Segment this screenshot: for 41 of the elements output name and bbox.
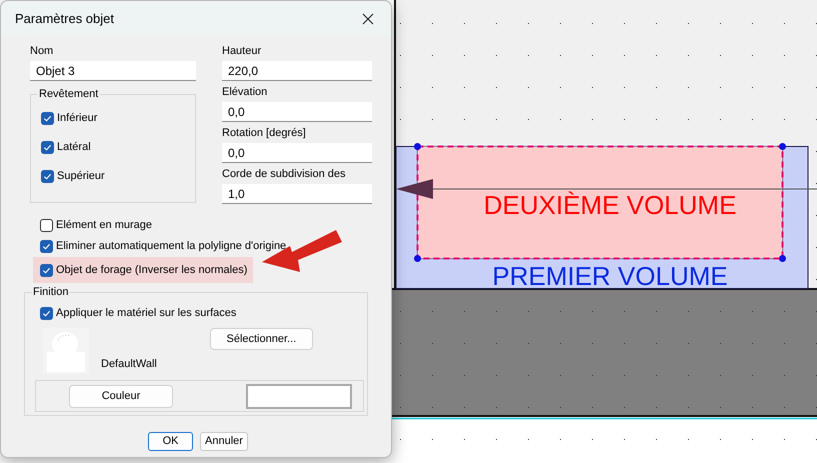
checkbox-label: Inférieur bbox=[57, 111, 98, 126]
checkbox[interactable] bbox=[41, 141, 54, 154]
text-field[interactable]: 220,0 bbox=[222, 61, 372, 81]
check-icon bbox=[42, 266, 51, 274]
checkbox-label: Eliminer automatiquement la polyligne d'origine bbox=[56, 239, 286, 254]
color-button[interactable]: Couleur bbox=[69, 384, 173, 408]
check-icon bbox=[42, 242, 51, 251]
check-icon bbox=[43, 143, 52, 152]
field-label: Corde de subdivision des bbox=[222, 167, 347, 182]
check-icon bbox=[43, 114, 52, 123]
checkbox-label: Latéral bbox=[57, 140, 91, 156]
field-label: Hauteur bbox=[222, 44, 262, 59]
checkbox-label: Supérieur bbox=[57, 169, 105, 184]
checkbox-label: Appliquer le matériel sur les surfaces bbox=[56, 306, 236, 322]
select-button[interactable]: Sélectionner... bbox=[210, 328, 313, 350]
text-field[interactable]: 1,0 bbox=[222, 184, 372, 204]
volume-label: DEUXIÈME VOLUME bbox=[484, 190, 736, 220]
arrowhead-icon bbox=[396, 179, 433, 199]
checkbox-label: Objet de forage (Inverser les normales) bbox=[56, 262, 248, 278]
checkbox[interactable] bbox=[40, 219, 53, 232]
check-icon bbox=[42, 309, 51, 318]
color-swatch[interactable] bbox=[246, 384, 352, 408]
checkbox[interactable] bbox=[40, 307, 53, 320]
checkbox[interactable] bbox=[41, 170, 54, 183]
text-field[interactable]: 0,0 bbox=[222, 102, 372, 122]
dialog-button[interactable]: Annuler bbox=[200, 432, 248, 451]
close-icon bbox=[362, 12, 374, 24]
window-title: Paramètres objet bbox=[15, 10, 114, 28]
text-field[interactable]: Objet 3 bbox=[30, 61, 196, 81]
text-field[interactable]: 0,0 bbox=[222, 143, 372, 163]
volume-label: PREMIER VOLUME bbox=[492, 261, 728, 291]
check-icon bbox=[43, 172, 52, 181]
checkbox[interactable] bbox=[40, 264, 53, 276]
field-label: Elévation bbox=[222, 85, 268, 100]
material-name: DefaultWall bbox=[101, 356, 157, 372]
checkbox[interactable] bbox=[41, 112, 54, 125]
dialog-button[interactable]: OK bbox=[148, 432, 194, 451]
checkbox-label: Elément en murage bbox=[56, 218, 152, 234]
field-label: Nom bbox=[30, 44, 54, 59]
checkbox[interactable] bbox=[40, 240, 53, 253]
field-label: Rotation [degrés] bbox=[222, 126, 307, 141]
